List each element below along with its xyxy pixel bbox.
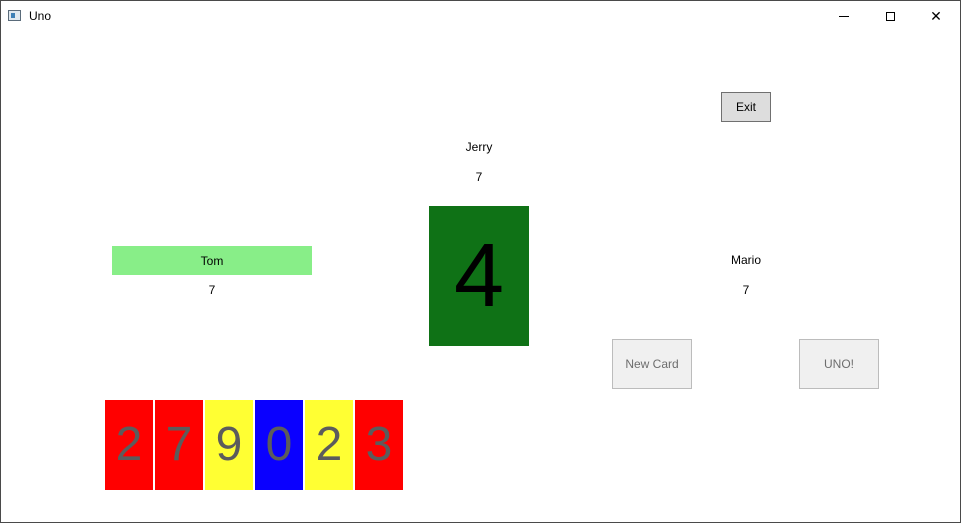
maximize-icon: [885, 11, 895, 21]
title-bar: Uno ✕: [1, 1, 960, 31]
close-button[interactable]: ✕: [913, 1, 959, 31]
close-icon: ✕: [930, 7, 942, 24]
app-window-icon: [8, 10, 21, 21]
minimize-icon: [839, 15, 849, 17]
hand-card[interactable]: 9: [205, 400, 253, 490]
new-card-button[interactable]: New Card: [612, 339, 692, 389]
hand-card[interactable]: 7: [155, 400, 203, 490]
hand-card[interactable]: 2: [305, 400, 353, 490]
left-player-name: Tom: [112, 246, 312, 275]
app-window: Uno ✕ Exit Jerry 7 Tom 7 Mario 7 4 New C…: [0, 0, 961, 523]
top-player-name: Jerry: [465, 140, 493, 154]
hand-card[interactable]: 0: [255, 400, 303, 490]
top-player-card-count: 7: [475, 170, 483, 184]
hand-card[interactable]: 3: [355, 400, 403, 490]
minimize-button[interactable]: [821, 1, 867, 31]
maximize-button[interactable]: [867, 1, 913, 31]
right-player-card-count: 7: [742, 283, 750, 297]
hand-card[interactable]: 2: [105, 400, 153, 490]
exit-button[interactable]: Exit: [721, 92, 771, 122]
uno-button[interactable]: UNO!: [799, 339, 879, 389]
right-player-name: Mario: [730, 253, 761, 267]
discard-pile-card: 4: [429, 206, 529, 346]
window-title: Uno: [29, 9, 52, 23]
left-player-card-count: 7: [208, 283, 216, 297]
